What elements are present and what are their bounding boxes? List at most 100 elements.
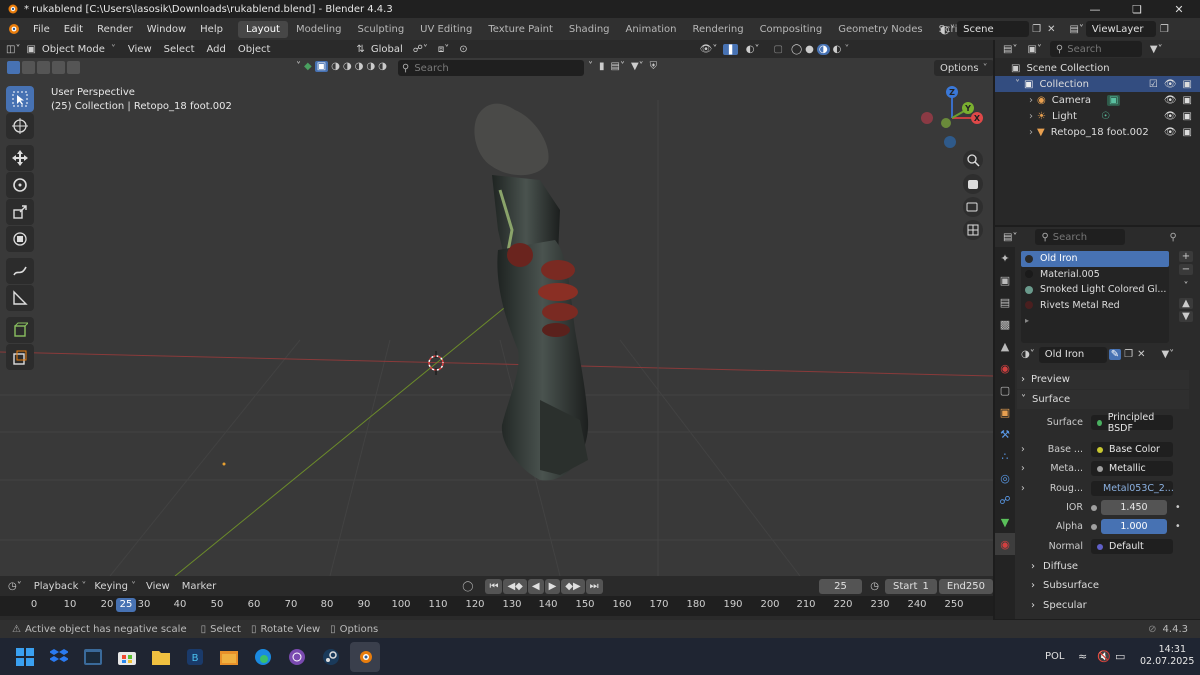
- language-indicator[interactable]: POL: [1045, 651, 1064, 662]
- object-filter-icon[interactable]: ▣: [314, 61, 329, 72]
- material-slot[interactable]: Old Iron: [1021, 251, 1169, 267]
- outliner-row-scene-collection[interactable]: ▣ Scene Collection: [995, 60, 1200, 76]
- preview-section[interactable]: › Preview: [1017, 370, 1189, 389]
- extrude-tool[interactable]: [6, 344, 34, 370]
- tab-uv-editing[interactable]: UV Editing: [412, 21, 480, 38]
- shading-color-icon[interactable]: ◆: [304, 61, 312, 72]
- overlay-icon[interactable]: ◐˅: [746, 44, 760, 55]
- timeline-editor-icon[interactable]: ◷˅: [8, 581, 22, 592]
- scene-field[interactable]: Scene: [957, 21, 1030, 37]
- chevron-right-icon[interactable]: ›: [1029, 111, 1033, 122]
- remove-slot-button[interactable]: −: [1179, 264, 1193, 275]
- world-tab-icon[interactable]: ◉: [995, 357, 1015, 379]
- tab-shading[interactable]: Shading: [561, 21, 618, 38]
- display-mode-icon[interactable]: ▣˅: [1027, 44, 1041, 55]
- current-frame-field[interactable]: 25: [818, 578, 863, 594]
- tab-rendering[interactable]: Rendering: [684, 21, 751, 38]
- terminal-icon[interactable]: [78, 642, 108, 672]
- material-slot[interactable]: Rivets Metal Red: [1021, 298, 1169, 314]
- scale-tool[interactable]: [6, 199, 34, 225]
- bookmark-icon[interactable]: ▮: [599, 61, 605, 72]
- chevron-right-icon[interactable]: ›: [1021, 483, 1033, 494]
- measure-tool[interactable]: [6, 285, 34, 311]
- material-name-field[interactable]: Old Iron: [1038, 346, 1107, 363]
- explorer-icon[interactable]: [146, 642, 176, 672]
- tab-layout[interactable]: Layout: [237, 20, 288, 38]
- wireframe-shading-icon[interactable]: ◯: [791, 44, 802, 55]
- slot-list-expand-icon[interactable]: ▸: [1021, 313, 1169, 329]
- menu-view[interactable]: View: [146, 581, 170, 592]
- auto-keying-icon[interactable]: ◯: [462, 581, 473, 592]
- constraints-tab-icon[interactable]: ☍: [995, 489, 1015, 511]
- material-tab-icon[interactable]: ◉: [995, 533, 1015, 555]
- edge-icon[interactable]: [248, 642, 278, 672]
- material-slot[interactable]: Smoked Light Colored Gl...: [1021, 282, 1169, 298]
- move-slot-up-icon[interactable]: ▲: [1179, 298, 1193, 309]
- sphere-a-icon[interactable]: ◑: [331, 61, 340, 72]
- eye-icon[interactable]: 👁: [1164, 95, 1177, 106]
- snap-icon[interactable]: ⧈˅: [438, 44, 449, 55]
- tool-tab-icon[interactable]: ✦: [995, 247, 1015, 269]
- 3d-viewport[interactable]: Z X Y ◫˅ ▣ Object Mode ˅ View Select Add…: [0, 40, 993, 576]
- chevron-right-icon[interactable]: ›: [1021, 463, 1033, 474]
- fake-user-icon[interactable]: ✎: [1108, 349, 1122, 360]
- new-viewlayer-icon[interactable]: ❐: [1160, 24, 1169, 35]
- chevron-right-icon[interactable]: ›: [1029, 95, 1033, 106]
- output-tab-icon[interactable]: ▤: [995, 291, 1015, 313]
- blender-menu-icon[interactable]: [4, 22, 22, 36]
- transform-orientation-dropdown[interactable]: Global: [365, 44, 409, 55]
- outliner-editor-icon[interactable]: ▤˅: [1003, 44, 1017, 55]
- camera-render-icon[interactable]: ▣: [1183, 127, 1192, 138]
- tab-modeling[interactable]: Modeling: [288, 21, 350, 38]
- funnel-icon[interactable]: ▼˅: [631, 61, 644, 72]
- menu-render[interactable]: Render: [90, 24, 140, 35]
- new-scene-icon[interactable]: ❐: [1032, 24, 1041, 35]
- normal-field[interactable]: Default: [1091, 539, 1173, 554]
- menu-edit[interactable]: Edit: [57, 24, 90, 35]
- surface-section[interactable]: ˅ Surface: [1017, 390, 1189, 409]
- chevron-down-icon[interactable]: ˅: [588, 61, 593, 72]
- subsurface-section[interactable]: › Subsurface: [1017, 576, 1189, 595]
- minimize-button[interactable]: —: [1074, 0, 1116, 18]
- pivot-icon[interactable]: ☍˅: [413, 44, 428, 55]
- menu-add[interactable]: Add: [201, 44, 232, 55]
- clock[interactable]: 14:31 02.07.2025: [1140, 644, 1194, 668]
- menu-file[interactable]: File: [26, 24, 57, 35]
- shading-options-icon[interactable]: ˅: [844, 44, 849, 55]
- xray-icon[interactable]: ▢: [773, 44, 782, 55]
- duplicate-material-icon[interactable]: ❐: [1124, 349, 1133, 360]
- roughness-field[interactable]: Metal053C_2...: [1091, 481, 1174, 496]
- solid-shading-icon[interactable]: ●: [805, 44, 814, 55]
- select-new-icon[interactable]: [7, 61, 20, 74]
- outliner-row-mesh[interactable]: › ▼ Retopo_18 foot.002 👁 ▣: [995, 124, 1200, 140]
- navigation-gizmo[interactable]: Z X Y: [921, 86, 983, 148]
- outliner-search-input[interactable]: ⚲ Search: [1049, 41, 1142, 57]
- keyframe-dot-icon[interactable]: •: [1175, 521, 1181, 532]
- properties-editor-icon[interactable]: ▤˅: [1003, 232, 1017, 243]
- specular-section[interactable]: › Specular: [1017, 596, 1189, 615]
- node-filter-icon[interactable]: ▼˅: [1161, 349, 1174, 360]
- chevron-right-icon[interactable]: ›: [1029, 127, 1033, 138]
- material-shading-icon[interactable]: ◑: [816, 43, 830, 55]
- material-slot[interactable]: Material.005: [1021, 267, 1169, 283]
- add-cube-tool[interactable]: [6, 317, 34, 343]
- move-tool[interactable]: [6, 145, 34, 171]
- menu-view[interactable]: View: [122, 44, 158, 55]
- menu-select[interactable]: Select: [158, 44, 201, 55]
- select-intersect-icon[interactable]: [67, 61, 80, 74]
- camera-render-icon[interactable]: ▣: [1183, 95, 1192, 106]
- move-slot-down-icon[interactable]: ▼: [1179, 311, 1193, 322]
- mesh-object-arm[interactable]: [474, 103, 589, 481]
- viewlayer-field[interactable]: ViewLayer: [1085, 21, 1156, 37]
- tab-texture-paint[interactable]: Texture Paint: [480, 21, 561, 38]
- menu-help[interactable]: Help: [193, 24, 230, 35]
- object-mode-dropdown[interactable]: Object Mode: [36, 44, 111, 55]
- jump-start-icon[interactable]: ⏮: [485, 578, 503, 594]
- menu-window[interactable]: Window: [140, 24, 193, 35]
- particles-tab-icon[interactable]: ∴: [995, 445, 1015, 467]
- object-tab-icon[interactable]: ▣: [995, 401, 1015, 423]
- metallic-field[interactable]: Metallic: [1091, 461, 1173, 476]
- zoom-icon[interactable]: [963, 150, 983, 170]
- sphere-e-icon[interactable]: ◑: [378, 61, 387, 72]
- preview-range-icon[interactable]: ◷: [870, 581, 879, 592]
